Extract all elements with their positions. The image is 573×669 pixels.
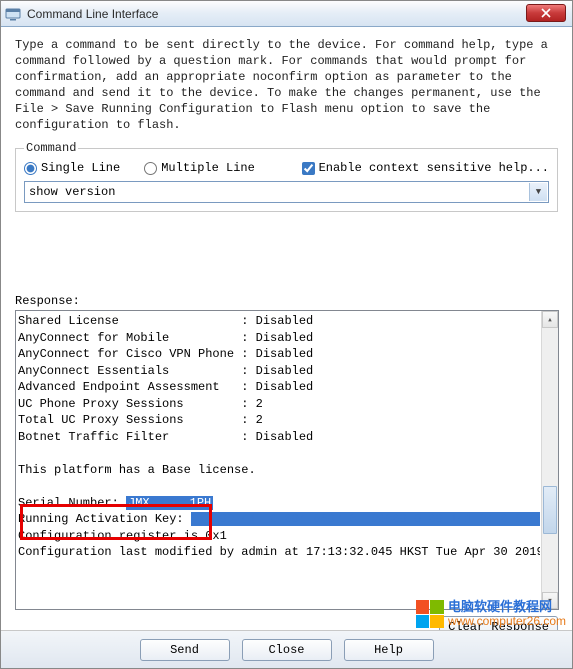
radio-single-line-input[interactable] <box>24 162 37 175</box>
checkbox-context-help-label: Enable context sensitive help... <box>319 161 549 175</box>
response-content: Shared License : Disabled AnyConnect for… <box>18 313 540 607</box>
send-button[interactable]: Send <box>140 639 230 661</box>
command-group: Command Single Line Multiple Line Enable… <box>15 141 558 212</box>
help-button[interactable]: Help <box>344 639 434 661</box>
scroll-up-icon[interactable]: ▴ <box>542 311 558 328</box>
chevron-down-icon[interactable]: ▼ <box>529 183 547 201</box>
response-textarea[interactable]: Shared License : Disabled AnyConnect for… <box>15 310 559 610</box>
close-button[interactable]: Close <box>242 639 332 661</box>
scroll-thumb[interactable] <box>543 486 557 534</box>
title-bar: Command Line Interface <box>1 1 572 27</box>
response-label: Response: <box>15 294 558 308</box>
radio-single-line[interactable]: Single Line <box>24 161 120 175</box>
checkbox-context-help-input[interactable] <box>302 162 315 175</box>
bottom-button-bar: Send Close Help <box>1 630 572 668</box>
command-legend: Command <box>24 141 78 155</box>
radio-multiple-line-label: Multiple Line <box>161 161 255 175</box>
radio-multiple-line[interactable]: Multiple Line <box>144 161 255 175</box>
app-icon <box>5 6 21 22</box>
scroll-down-icon[interactable]: ▾ <box>542 592 558 609</box>
command-combobox[interactable]: show version ▼ <box>24 181 549 203</box>
radio-single-line-label: Single Line <box>41 161 120 175</box>
instruction-text: Type a command to be sent directly to th… <box>15 37 558 133</box>
radio-multiple-line-input[interactable] <box>144 162 157 175</box>
window-title: Command Line Interface <box>27 7 158 21</box>
scroll-track[interactable] <box>542 328 558 592</box>
close-window-button[interactable] <box>526 4 566 22</box>
checkbox-context-help[interactable]: Enable context sensitive help... <box>302 161 549 175</box>
scrollbar-vertical[interactable]: ▴ ▾ <box>541 311 558 609</box>
command-text: show version <box>29 185 115 199</box>
